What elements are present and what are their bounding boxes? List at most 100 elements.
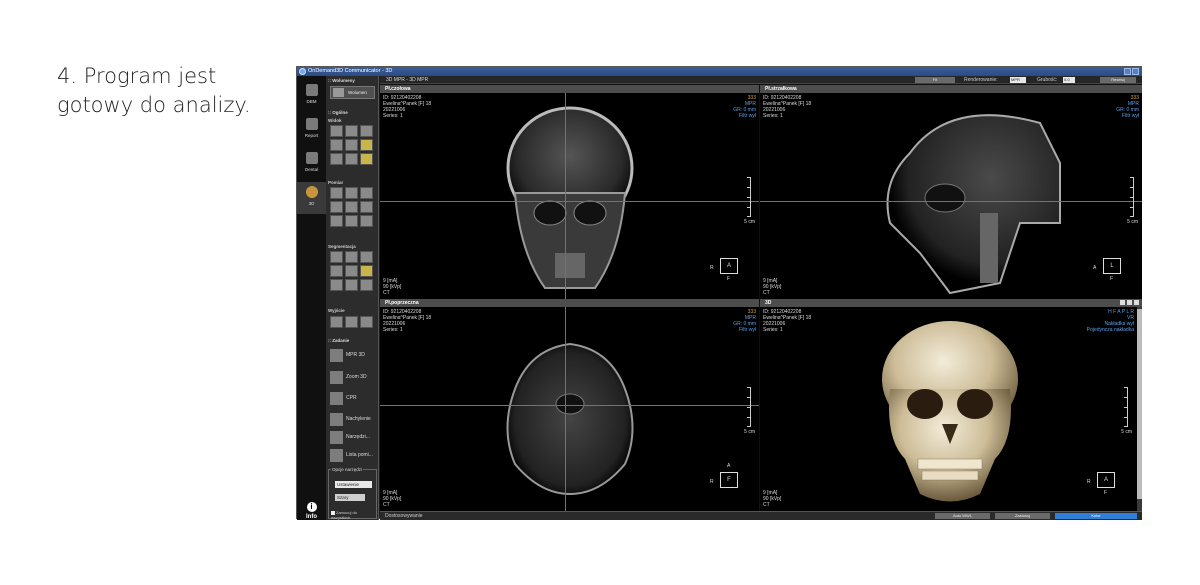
orientation-cube-icon[interactable]: L	[1103, 258, 1121, 274]
color-icon[interactable]	[360, 265, 373, 277]
orient-bottom-label: F	[727, 276, 731, 282]
rotate-icon[interactable]	[345, 125, 358, 137]
crosshair-horizontal[interactable]	[380, 405, 759, 406]
orient-left-label: R	[710, 265, 714, 271]
nav-dental[interactable]: Dental	[297, 148, 326, 180]
ruler-icon[interactable]	[330, 187, 343, 199]
area-icon[interactable]	[330, 201, 343, 213]
coronal-patient-info: ID: 92120402208 Ewelina^Panek [F] 18 20221…	[383, 95, 432, 119]
nav-3d[interactable]: 3D	[297, 182, 326, 214]
widok-section[interactable]: Widok	[328, 118, 377, 123]
restore-icon[interactable]	[1124, 68, 1131, 75]
arrow-icon[interactable]	[360, 201, 373, 213]
crosshair-vertical[interactable]	[565, 307, 566, 511]
crosshair-horizontal[interactable]	[760, 201, 1142, 202]
redo-icon[interactable]	[345, 279, 358, 291]
pan-icon[interactable]	[330, 125, 343, 137]
coronal-scan-params: 9 [mA] 90 [kVp] CT	[383, 278, 402, 296]
reset-button[interactable]: Resetuj	[1100, 77, 1136, 83]
apply-all-checkbox[interactable]: Zamocuj do wszystkich	[331, 510, 376, 520]
volume-3d-patient-info: ID: 92120402208 Ewelina^Panek [F] 18 20221…	[763, 309, 812, 333]
nav-dbm[interactable]: DBM	[297, 80, 326, 112]
delete-icon[interactable]	[360, 215, 373, 227]
zastosuj-button[interactable]: Zastosuj	[995, 513, 1050, 519]
left-nav: DBM Report Dental 3D i Info	[297, 76, 326, 520]
maximize-icon[interactable]	[1134, 300, 1139, 305]
kolor-button[interactable]: Kolor	[1055, 513, 1137, 519]
info-button[interactable]: i Info	[297, 502, 326, 520]
task-nachylenie[interactable]: Nachylenie	[330, 410, 377, 429]
scissors-icon[interactable]	[345, 139, 358, 151]
cut-icon[interactable]	[345, 251, 358, 263]
layout-icon[interactable]	[1120, 300, 1125, 305]
wyjscie-section[interactable]: Wyjście	[328, 308, 377, 313]
coronal-pane[interactable]: Pł.czołowa ID: 92120402208 Ewelina^Panek …	[380, 85, 759, 299]
auto-wwl-button[interactable]: Auto WWL	[935, 513, 990, 519]
szary-select[interactable]: Szary	[335, 494, 365, 501]
thickness-input[interactable]: 0.0	[1063, 77, 1075, 83]
pen-icon[interactable]	[345, 215, 358, 227]
zoom-icon[interactable]	[360, 125, 373, 137]
scrollbar[interactable]	[1137, 307, 1142, 511]
wolumeny-header: :: Wolumeny	[328, 78, 355, 83]
box-icon[interactable]	[330, 265, 343, 277]
ogolne-header: :: Ogólne	[328, 110, 348, 115]
capture-icon[interactable]	[330, 316, 343, 328]
sync-icon[interactable]	[360, 153, 373, 165]
sculpt-icon[interactable]	[330, 251, 343, 263]
orientation-cube-icon[interactable]: A	[1097, 472, 1115, 488]
ustawienie-select[interactable]: Ustawienie	[335, 481, 372, 488]
fit-button[interactable]: Fit	[915, 77, 955, 83]
window-title: OnDemand3D Communicator - 3D	[308, 68, 393, 74]
segmentation-tools	[330, 251, 373, 291]
angle-icon[interactable]	[345, 187, 358, 199]
volume-3d-pane[interactable]: 3D ID: 92120402208 Ewelina^Panek [F] 18 …	[760, 299, 1142, 511]
task-lista-pomiarow[interactable]: Lista pomi...	[330, 446, 377, 465]
sagittal-pane[interactable]: Pł.strzałkowa ID: 92120402208 Ewelina^Pan…	[760, 85, 1142, 299]
title-bar: OnDemand3D Communicator - 3D	[297, 67, 1141, 76]
scale-label: 5 cm	[1127, 219, 1138, 225]
dostosowywanie-label[interactable]: Dostosowywanie	[385, 513, 423, 519]
axial-ct-image	[506, 342, 634, 496]
sagittal-scan-params: 9 [mA] 90 [kVp] CT	[763, 278, 782, 296]
frame-icon[interactable]	[330, 153, 343, 165]
pomiar-section[interactable]: Pomiar	[328, 180, 377, 185]
task-narzedzia[interactable]: Narzędzi...	[330, 428, 377, 447]
tooth-icon	[305, 152, 318, 164]
curve-icon[interactable]	[360, 187, 373, 199]
render-select[interactable]: MPR	[1010, 77, 1026, 83]
wolumen-button[interactable]: Wolumen	[330, 86, 375, 99]
task-mpr-3d[interactable]: MPR 3D	[330, 346, 377, 365]
print-icon[interactable]	[360, 316, 373, 328]
task-label: Zoom 3D	[346, 374, 367, 380]
region-icon[interactable]	[360, 251, 373, 263]
axial-pane[interactable]: Pł.poprzeczna ID: 92120402208 Ewelina^Pan…	[380, 299, 759, 511]
segmentacja-section[interactable]: Segmentacja	[328, 244, 377, 249]
task-cpr[interactable]: CPR	[330, 389, 377, 408]
undo-icon[interactable]	[330, 279, 343, 291]
circle-measure-icon[interactable]	[345, 201, 358, 213]
hand-icon[interactable]	[360, 139, 373, 151]
info-label: Info	[306, 514, 317, 520]
main-view: 3D MPR - 3D MPR Fit Renderowanie: MPR Gr…	[380, 76, 1142, 520]
mask-icon[interactable]	[345, 265, 358, 277]
pointer-icon[interactable]	[330, 215, 343, 227]
orientation-cube-icon[interactable]: A	[720, 258, 738, 274]
sagittal-view-info: 333 MPR GR: 0 mm Filtr wył	[1116, 95, 1139, 119]
orientation-icon[interactable]	[345, 153, 358, 165]
brush-icon[interactable]	[360, 279, 373, 291]
orient-top-label: A	[727, 463, 731, 469]
crosshair-horizontal[interactable]	[380, 201, 759, 202]
settings-icon[interactable]	[1127, 300, 1132, 305]
orientation-cube-icon[interactable]: F	[720, 472, 738, 488]
task-zoom-3d[interactable]: Zoom 3D	[330, 368, 377, 387]
window-level-icon[interactable]	[330, 139, 343, 151]
close-icon[interactable]	[1132, 68, 1139, 75]
nav-report[interactable]: Report	[297, 114, 326, 146]
orient-left-label: R	[710, 479, 714, 485]
axial-pane-header: Pł.poprzeczna	[380, 299, 759, 307]
scrollbar-thumb[interactable]	[1137, 309, 1142, 499]
save-icon[interactable]	[345, 316, 358, 328]
crosshair-vertical[interactable]	[565, 93, 566, 299]
layout-mode: 3D MPR - 3D MPR	[386, 77, 429, 83]
